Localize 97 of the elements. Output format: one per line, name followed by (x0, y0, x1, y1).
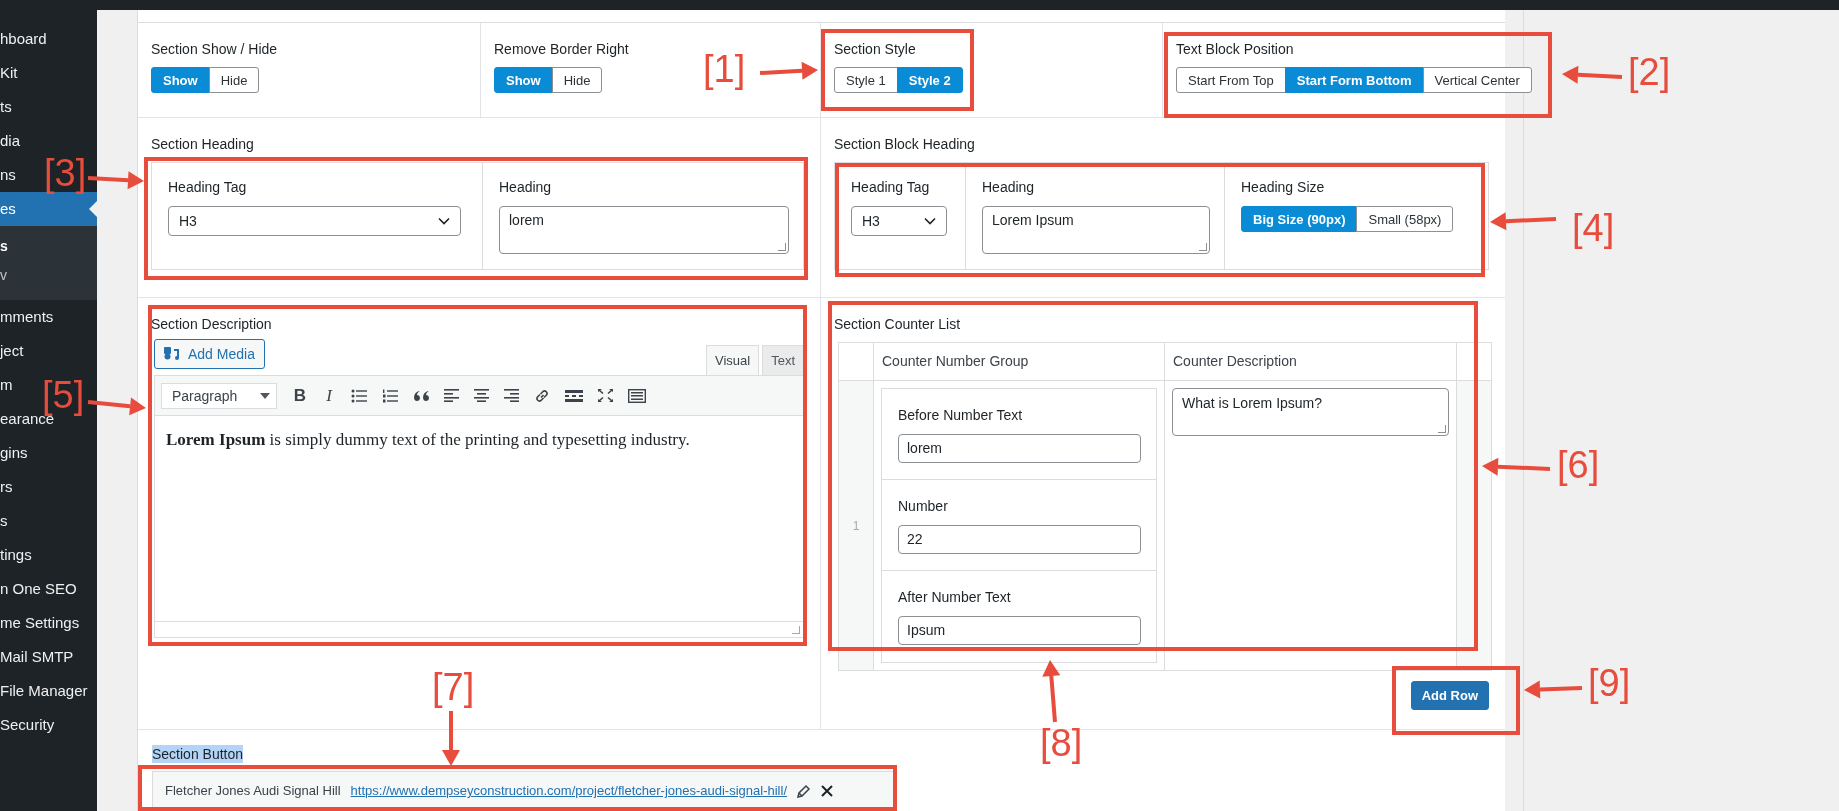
keyboard-icon[interactable] (628, 388, 646, 403)
row-number: 1 (852, 518, 860, 533)
annotation-label: [5] (42, 376, 85, 414)
resize-grip-icon (1199, 243, 1207, 251)
add-row-button[interactable]: Add Row (1410, 681, 1489, 710)
field-label: Section Button (152, 745, 244, 763)
toggle-button[interactable]: Small (58px) (1356, 206, 1454, 232)
toggle-button[interactable]: Start Form Bottom (1284, 67, 1424, 93)
link-title: Fletcher Jones Audi Signal Hill (165, 783, 341, 798)
heading-textarea[interactable]: lorem (499, 206, 789, 254)
annotation-label: [9] (1588, 664, 1631, 702)
quote-icon[interactable] (413, 389, 429, 402)
submenu-item[interactable]: s (0, 232, 97, 261)
bullet-list-icon[interactable] (351, 388, 367, 403)
format-button[interactable]: I (322, 385, 336, 406)
field-label: Section Heading (151, 136, 254, 152)
toggle-button[interactable]: Show (494, 67, 553, 93)
field-label: Heading (982, 179, 1036, 195)
add-media-button[interactable]: Add Media (154, 339, 265, 369)
field-label: Heading Tag (168, 179, 248, 195)
annotation-label: [8] (1040, 724, 1083, 762)
menu-item[interactable]: ts (0, 90, 12, 124)
menu-item[interactable]: dia (0, 124, 21, 158)
resize-grip-icon (778, 243, 786, 251)
pencil-icon[interactable] (797, 783, 811, 798)
toggle-button[interactable]: Start From Top (1176, 67, 1286, 93)
menu-item[interactable]: n One SEO (0, 572, 77, 606)
toggle-button[interactable]: Big Size (90px) (1241, 206, 1358, 232)
url-link[interactable]: https://www.dempseyconstruction.com/project/fletcher-jones-audi-signal-hill/ (350, 783, 787, 798)
annotation-label: [3] (44, 154, 87, 192)
editor-text: Lorem Ipsum is simply dummy text of the printing and typesetting industry. (166, 430, 690, 450)
field-label: Section Show / Hide (151, 41, 278, 57)
menu-item[interactable]: me Settings (0, 606, 80, 640)
toggle-button[interactable]: Vertical Center (1422, 67, 1532, 93)
caret-icon (260, 392, 270, 399)
field-label: Heading (499, 179, 553, 195)
submenu-item[interactable]: v (0, 261, 97, 290)
toggle-button[interactable]: Style 2 (896, 67, 963, 93)
menu-item[interactable]: tings (0, 538, 32, 572)
field-label: Section Style (834, 41, 916, 57)
description-textarea[interactable]: What is Lorem Ipsum? (1172, 388, 1449, 436)
menu-item[interactable]: s (0, 504, 8, 538)
text-field[interactable]: Ipsum (898, 616, 1141, 645)
chevron-icon (924, 217, 936, 225)
menu-item[interactable]: mments (0, 300, 54, 334)
field-label: After Number Text (898, 589, 1012, 605)
chevron-icon (438, 217, 450, 225)
field-label: Before Number Text (898, 407, 1024, 423)
fullscreen-icon[interactable] (598, 389, 613, 402)
link-icon[interactable] (534, 387, 550, 404)
heading-textarea[interactable]: Lorem Ipsum (982, 206, 1210, 254)
menu-item[interactable]: File Manager (0, 674, 88, 708)
align-center-icon[interactable] (474, 389, 489, 402)
menu-item[interactable]: Security (0, 708, 55, 742)
text-field[interactable]: lorem (898, 434, 1141, 463)
field-label: Heading Size (1241, 179, 1326, 195)
annotation-label: [2] (1628, 53, 1671, 91)
menu-item[interactable]: rs (0, 470, 13, 504)
column-header: Counter Number Group (874, 343, 1165, 381)
toggle-button[interactable]: Show (151, 67, 210, 93)
format-select[interactable]: Paragraph (161, 382, 277, 409)
field-label: Text Block Position (1176, 41, 1294, 57)
media-icon (164, 346, 181, 362)
menu-item[interactable]: Kit (0, 56, 18, 90)
annotation-label: [7] (432, 668, 475, 706)
align-left-icon[interactable] (444, 389, 459, 402)
editor-tab[interactable]: Visual (705, 345, 760, 375)
toggle-button[interactable]: Hide (551, 67, 603, 93)
menu-item[interactable]: Mail SMTP (0, 640, 74, 674)
menu-item[interactable]: hboard (0, 22, 47, 56)
annotation-label: [4] (1572, 209, 1615, 247)
close-icon[interactable] (821, 784, 833, 797)
field-label: Remove Border Right (494, 41, 629, 57)
field-label: Section Block Heading (834, 136, 975, 152)
select-field[interactable]: H3 (851, 206, 947, 236)
annotation-label: [1] (703, 50, 746, 88)
column-header: Counter Description (1165, 343, 1457, 381)
read-more-icon[interactable] (565, 389, 583, 402)
numbered-list-icon[interactable] (382, 388, 398, 403)
annotation-label: [6] (1557, 446, 1600, 484)
field-label: Section Counter List (834, 316, 961, 332)
resize-grip-icon (1438, 425, 1446, 433)
field-label: Number (898, 498, 949, 514)
toggle-button[interactable]: Style 1 (834, 67, 898, 93)
field-label: Section Description (151, 316, 272, 332)
toggle-button[interactable]: Hide (208, 67, 260, 93)
menu-item[interactable]: gins (0, 436, 28, 470)
text-field[interactable]: 22 (898, 525, 1141, 554)
field-label: Heading Tag (851, 179, 931, 195)
menu-item[interactable]: ns (0, 158, 16, 192)
align-right-icon[interactable] (504, 389, 519, 402)
select-field[interactable]: H3 (168, 206, 461, 236)
menu-item[interactable]: ject (0, 334, 24, 368)
format-button[interactable]: B (293, 385, 307, 406)
resize-grip-icon (792, 626, 800, 634)
editor-tab[interactable]: Text (762, 345, 804, 375)
menu-item[interactable]: m (0, 368, 13, 402)
